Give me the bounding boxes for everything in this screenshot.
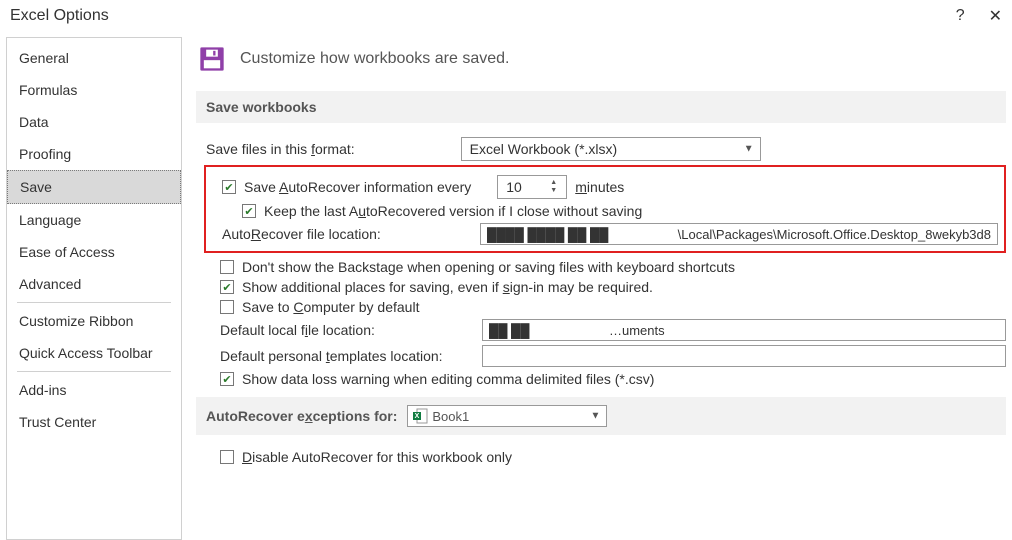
help-icon[interactable]: ?	[956, 7, 965, 25]
window-title: Excel Options	[10, 7, 109, 25]
chevron-down-icon: ▼	[590, 411, 600, 422]
sidebar-item-customize-ribbon[interactable]: Customize Ribbon	[7, 305, 181, 337]
autorecover-minutes-spinner[interactable]: 10 ▲▼	[497, 175, 567, 199]
autorecover-minutes-value: 10	[506, 179, 522, 195]
sidebar-item-trustcenter[interactable]: Trust Center	[7, 406, 181, 438]
sidebar-item-qat[interactable]: Quick Access Toolbar	[7, 337, 181, 369]
addplaces-label: Show additional places for saving, even …	[242, 279, 653, 295]
defloc-input[interactable]: ██ ██ …uments	[482, 319, 1006, 341]
checkbox-backstage[interactable]	[220, 260, 234, 274]
sidebar-item-language[interactable]: Language	[7, 204, 181, 236]
sidebar-item-proofing[interactable]: Proofing	[7, 138, 181, 170]
svg-text:X: X	[415, 413, 420, 420]
excel-doc-icon: X	[412, 408, 428, 424]
sidebar-item-advanced[interactable]: Advanced	[7, 268, 181, 300]
exceptions-combo-value: Book1	[432, 409, 469, 424]
checkbox-csvwarn[interactable]	[220, 372, 234, 386]
checkbox-autorecover[interactable]	[222, 180, 236, 194]
sidebar-item-addins[interactable]: Add-ins	[7, 374, 181, 406]
checkbox-addplaces[interactable]	[220, 280, 234, 294]
page-heading: Customize how workbooks are saved.	[240, 50, 509, 68]
backstage-label: Don't show the Backstage when opening or…	[242, 259, 735, 275]
exceptions-combo[interactable]: X Book1 ▼	[407, 405, 607, 427]
defloc-label: Default local file location:	[220, 322, 474, 338]
sidebar-item-save[interactable]: Save	[7, 170, 181, 204]
sidebar: General Formulas Data Proofing Save Lang…	[6, 37, 182, 540]
sidebar-item-easeofaccess[interactable]: Ease of Access	[7, 236, 181, 268]
section-save-workbooks-title: Save workbooks	[196, 91, 1006, 123]
highlight-box: Save AutoRecover information every 10 ▲▼…	[204, 165, 1006, 253]
format-label: Save files in this format:	[206, 141, 355, 157]
tpl-label: Default personal templates location:	[220, 348, 474, 364]
section-autorecover-exceptions-title: AutoRecover exceptions for: X Book1 ▼	[196, 397, 1006, 435]
format-combo-value: Excel Workbook (*.xlsx)	[470, 141, 618, 157]
save-icon	[198, 45, 226, 73]
autorecover-loc-input[interactable]: ████ ████ ██ ██ \Local\Packages\Microsof…	[480, 223, 998, 245]
disable-autorecover-workbook-label: Disable AutoRecover for this workbook on…	[242, 449, 512, 465]
close-icon[interactable]: ✕	[989, 6, 1002, 26]
keep-last-label: Keep the last AutoRecovered version if I…	[264, 203, 642, 219]
sidebar-item-formulas[interactable]: Formulas	[7, 74, 181, 106]
sidebar-item-data[interactable]: Data	[7, 106, 181, 138]
autorecover-label: Save AutoRecover information every	[244, 179, 471, 195]
sidebar-item-general[interactable]: General	[7, 42, 181, 74]
minutes-suffix: minutes	[575, 179, 624, 195]
savetocomputer-label: Save to Computer by default	[242, 299, 419, 315]
csvwarn-label: Show data loss warning when editing comm…	[242, 371, 654, 387]
chevron-down-icon: ▼	[744, 144, 754, 155]
tpl-input[interactable]	[482, 345, 1006, 367]
format-combo[interactable]: Excel Workbook (*.xlsx) ▼	[461, 137, 761, 161]
spinner-buttons-icon[interactable]: ▲▼	[550, 177, 564, 197]
autorecover-loc-label: AutoRecover file location:	[222, 226, 472, 242]
checkbox-disable-autorecover-workbook[interactable]	[220, 450, 234, 464]
checkbox-savetocomputer[interactable]	[220, 300, 234, 314]
checkbox-keep-last[interactable]	[242, 204, 256, 218]
